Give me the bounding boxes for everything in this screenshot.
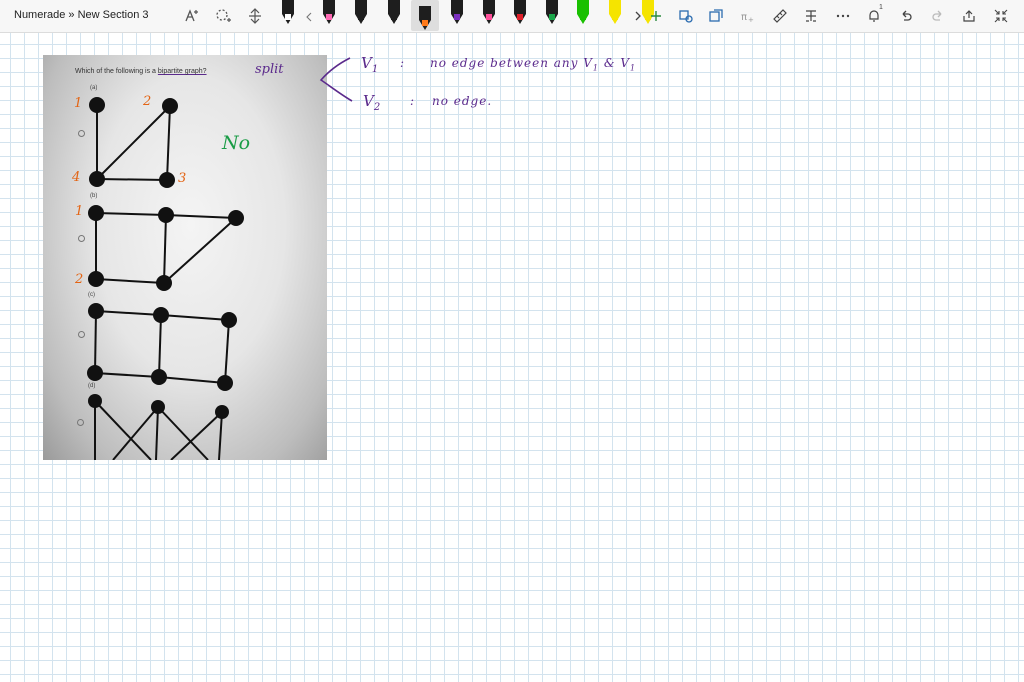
v2-colon: : xyxy=(410,94,415,108)
v2-label: V2 xyxy=(363,92,381,113)
verdict-no: No xyxy=(222,132,251,154)
pen-1-icon[interactable] xyxy=(282,0,294,24)
chevron-right-icon[interactable] xyxy=(632,4,644,28)
node-label-1: 1 xyxy=(74,96,83,111)
node-label-2: 2 xyxy=(143,94,152,109)
graph-drawings xyxy=(87,97,244,460)
pen-7-icon[interactable] xyxy=(483,0,495,24)
toolbar: Numerade » New Section 3 π + 1 xyxy=(0,0,1024,33)
split-word: split xyxy=(255,62,284,77)
ink-to-text-icon[interactable] xyxy=(801,4,821,28)
node-label-b2: 2 xyxy=(75,272,84,287)
ruler-icon[interactable] xyxy=(770,4,790,28)
add-space-icon[interactable] xyxy=(212,4,234,28)
graph-node xyxy=(156,275,172,291)
graph-node xyxy=(217,375,233,391)
pasted-question-photo: Which of the following is a bipartite gr… xyxy=(43,55,327,460)
more-icon[interactable] xyxy=(833,4,853,28)
ink-to-shape-icon[interactable] xyxy=(706,4,726,28)
pen-10-icon[interactable] xyxy=(577,0,589,24)
notification-count: 1 xyxy=(879,4,883,11)
graph-node xyxy=(228,210,244,226)
graph-node xyxy=(151,369,167,385)
pen-8-icon[interactable] xyxy=(514,0,526,24)
graph-node xyxy=(153,307,169,323)
expand-vertical-icon[interactable] xyxy=(244,4,266,28)
svg-text:π: π xyxy=(741,12,747,23)
graph-node xyxy=(158,207,174,223)
ink-to-math-icon[interactable]: π + xyxy=(738,4,758,28)
graph-node xyxy=(215,405,229,419)
split-brace xyxy=(319,57,353,102)
share-icon[interactable] xyxy=(959,4,979,28)
redo-icon[interactable] xyxy=(928,4,948,28)
graph-node xyxy=(87,365,103,381)
v1-description: no edge between any V1 & V1 xyxy=(430,56,637,73)
v2-description: no edge. xyxy=(432,94,493,108)
pen-palette xyxy=(282,0,654,31)
graph-node xyxy=(221,312,237,328)
undo-icon[interactable] xyxy=(896,4,916,28)
pen-6-icon[interactable] xyxy=(451,0,463,24)
lasso-shape-icon[interactable] xyxy=(676,4,696,28)
pen-2-icon[interactable] xyxy=(323,0,335,24)
lasso-select-icon[interactable] xyxy=(181,4,203,28)
graph-node xyxy=(88,205,104,221)
graph-node xyxy=(88,271,104,287)
svg-text:+: + xyxy=(748,16,754,24)
v1-label: V1 xyxy=(361,54,379,75)
graph-node xyxy=(88,303,104,319)
node-label-3: 3 xyxy=(178,171,187,186)
notification-icon[interactable]: 1 xyxy=(864,4,886,28)
graph-node xyxy=(159,172,175,188)
node-label-b1: 1 xyxy=(75,204,84,219)
graph-node xyxy=(89,171,105,187)
graph-node xyxy=(162,98,178,114)
node-label-4: 4 xyxy=(72,170,81,185)
graph-node xyxy=(151,400,165,414)
pen-11-icon[interactable] xyxy=(609,0,621,24)
pen-5-icon[interactable] xyxy=(411,0,439,31)
pen-4-icon[interactable] xyxy=(388,0,400,24)
v1-colon: : xyxy=(400,56,405,70)
pen-9-icon[interactable] xyxy=(546,0,558,24)
pen-3-icon[interactable] xyxy=(355,0,367,24)
graph-node xyxy=(89,97,105,113)
graph-node xyxy=(88,394,102,408)
fullscreen-icon[interactable] xyxy=(991,4,1011,28)
add-pen-icon[interactable] xyxy=(648,4,664,28)
breadcrumb[interactable]: Numerade » New Section 3 xyxy=(14,9,149,21)
chevron-left-icon[interactable] xyxy=(306,12,312,22)
